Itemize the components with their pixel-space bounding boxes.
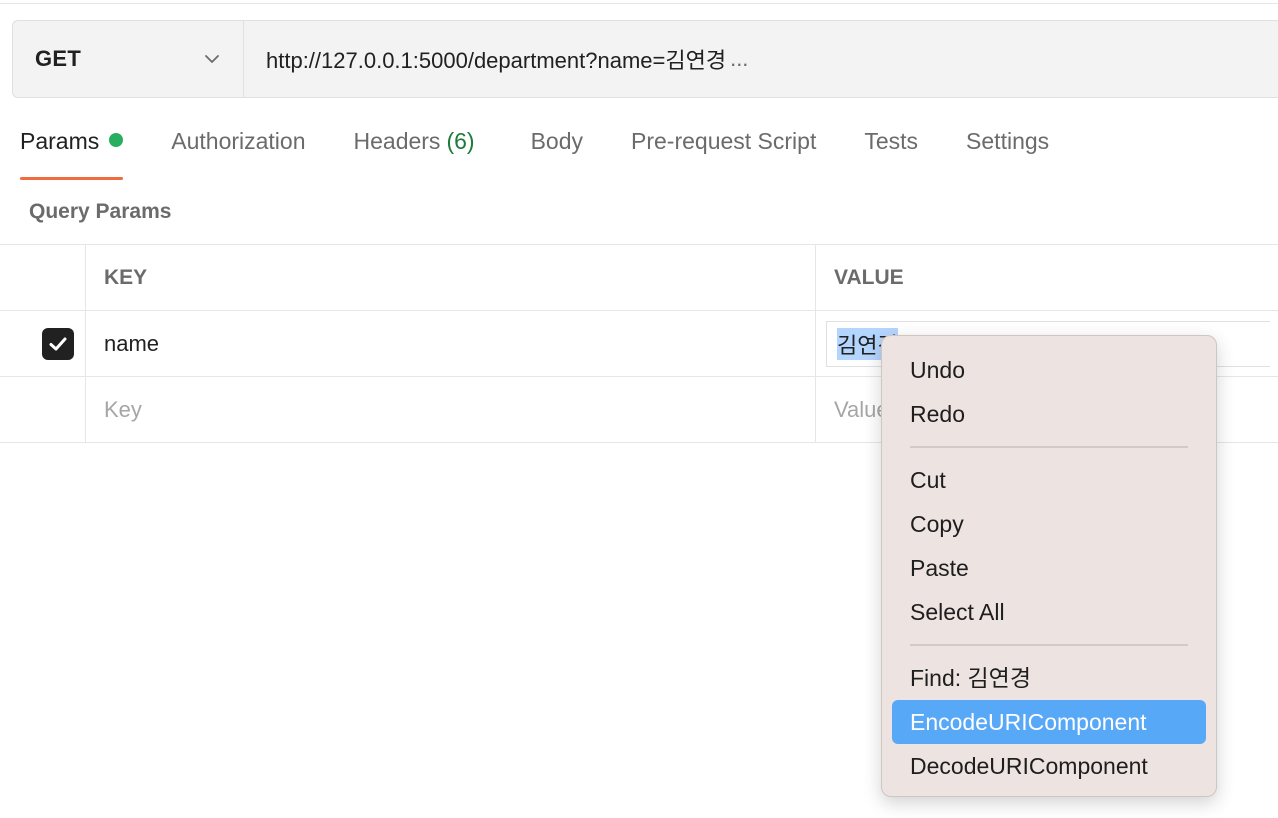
- menu-item-undo[interactable]: Undo: [892, 348, 1206, 392]
- menu-item-paste[interactable]: Paste: [892, 546, 1206, 590]
- menu-item-decode-uri-component[interactable]: DecodeURIComponent: [892, 744, 1206, 788]
- new-key-input[interactable]: Key: [86, 377, 816, 442]
- tab-settings[interactable]: Settings: [966, 128, 1049, 180]
- menu-item-find[interactable]: Find: 김연경: [892, 656, 1206, 700]
- param-enabled-checkbox[interactable]: [41, 327, 74, 360]
- param-key-input[interactable]: name: [86, 311, 816, 376]
- menu-item-encode-uri-component[interactable]: EncodeURIComponent: [892, 700, 1206, 744]
- table-header-row: KEY VALUE: [0, 244, 1278, 311]
- url-text: http://127.0.0.1:5000/department?name=김연…: [266, 48, 727, 73]
- tab-authorization[interactable]: Authorization: [171, 128, 305, 180]
- top-divider: [0, 3, 1278, 4]
- tab-pre-request-script[interactable]: Pre-request Script: [631, 128, 816, 180]
- request-bar: GET http://127.0.0.1:5000/department?nam…: [12, 20, 1278, 98]
- key-column-header: KEY: [86, 245, 816, 310]
- menu-item-select-all[interactable]: Select All: [892, 590, 1206, 634]
- value-column-header: VALUE: [834, 265, 904, 289]
- param-key-text: name: [104, 330, 160, 356]
- query-params-title: Query Params: [29, 200, 172, 223]
- chevron-down-icon: [205, 55, 219, 63]
- context-menu: Undo Redo Cut Copy Paste Select All Find…: [881, 335, 1217, 797]
- menu-separator: [910, 644, 1188, 646]
- row-check-cell: [0, 311, 86, 376]
- url-input[interactable]: http://127.0.0.1:5000/department?name=김연…: [244, 21, 1278, 97]
- headers-count-badge: (6): [446, 128, 475, 154]
- menu-item-copy[interactable]: Copy: [892, 502, 1206, 546]
- method-select[interactable]: GET: [13, 21, 244, 97]
- tab-headers[interactable]: Headers (6): [354, 128, 475, 180]
- menu-separator: [910, 446, 1188, 448]
- tab-body[interactable]: Body: [531, 128, 583, 180]
- tab-params-label: Params: [20, 128, 100, 154]
- request-tabs: Params Authorization Headers (6) Body Pre…: [20, 128, 1097, 180]
- menu-item-cut[interactable]: Cut: [892, 458, 1206, 502]
- tab-authorization-label: Authorization: [171, 128, 306, 154]
- method-label: GET: [35, 46, 82, 71]
- params-status-dot-icon: [109, 133, 124, 147]
- tab-params[interactable]: Params: [20, 128, 124, 180]
- new-row-check-cell: [0, 377, 86, 442]
- tab-settings-label: Settings: [966, 128, 1050, 154]
- checkmark-icon: [49, 337, 66, 350]
- tab-body-label: Body: [530, 128, 583, 154]
- tab-pre-request-script-label: Pre-request Script: [631, 128, 817, 154]
- tab-tests[interactable]: Tests: [864, 128, 918, 180]
- menu-item-redo[interactable]: Redo: [892, 392, 1206, 436]
- url-ellipsis: ...: [730, 46, 749, 71]
- tab-tests-label: Tests: [864, 128, 919, 154]
- header-check-cell: [0, 245, 86, 310]
- tab-headers-label: Headers: [353, 128, 441, 154]
